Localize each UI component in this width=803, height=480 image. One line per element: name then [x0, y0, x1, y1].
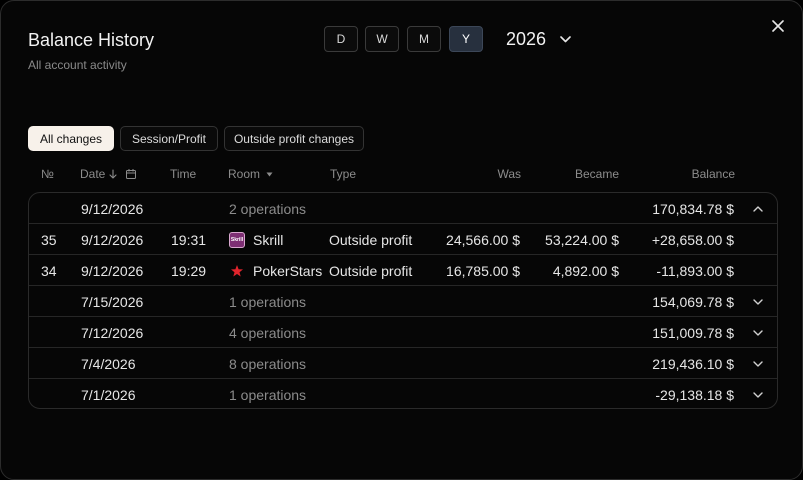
table-row-group[interactable]: 7/1/2026 1 operations -29,138.18 $: [29, 379, 777, 408]
column-header-balance: Balance: [691, 167, 735, 181]
column-header-date[interactable]: Date: [80, 167, 137, 181]
balance-history-modal: Balance History All account activity D W…: [0, 0, 803, 480]
row-was: 24,566.00 $: [446, 231, 520, 248]
collapse-row-button[interactable]: [749, 193, 767, 224]
row-was: 16,785.00 $: [446, 262, 520, 279]
period-week-button[interactable]: W: [365, 26, 399, 52]
row-date: 9/12/2026: [81, 200, 144, 217]
row-operations-count: 1 operations: [229, 386, 307, 403]
row-balance-change: -11,893.00 $: [656, 262, 734, 279]
row-operations-count: 2 operations: [229, 200, 307, 217]
pokerstars-icon: [229, 263, 245, 279]
chevron-down-icon: [560, 35, 571, 42]
chevron-up-icon: [753, 205, 763, 212]
column-header-number: №: [41, 167, 54, 181]
table-row-detail: 35 9/12/2026 19:31 Skrill Skrill Outside…: [29, 224, 777, 255]
chevron-down-icon: [753, 360, 763, 367]
row-balance: 154,069.78 $: [652, 293, 734, 310]
row-date: 9/12/2026: [81, 262, 144, 279]
year-select[interactable]: 2026: [501, 25, 583, 53]
chevron-down-icon: [753, 391, 763, 398]
period-year-button[interactable]: Y: [449, 26, 483, 52]
row-date: 7/15/2026: [81, 293, 144, 310]
row-type: Outside profit: [329, 262, 413, 279]
row-operations-count: 4 operations: [229, 324, 307, 341]
table-row-group[interactable]: 9/12/2026 2 operations 170,834.78 $: [29, 193, 777, 224]
column-header-time: Time: [170, 167, 197, 181]
row-balance: -29,138.18 $: [655, 386, 734, 403]
sort-descending-icon: [109, 169, 117, 179]
row-date: 7/4/2026: [81, 355, 136, 372]
page-subtitle: All account activity: [28, 58, 127, 72]
row-room: PokerStars: [229, 255, 322, 286]
calendar-icon[interactable]: [125, 168, 137, 180]
chevron-down-icon: [753, 329, 763, 336]
row-balance: 170,834.78 $: [652, 200, 734, 217]
row-room: Skrill Skrill: [229, 231, 284, 248]
expand-row-button[interactable]: [749, 317, 767, 348]
period-month-button[interactable]: M: [407, 26, 441, 52]
row-number: 35: [41, 231, 57, 248]
close-icon: [772, 20, 784, 32]
row-date: 7/1/2026: [81, 386, 136, 403]
skrill-icon: Skrill: [229, 231, 245, 248]
row-number: 34: [41, 262, 57, 279]
filter-session-profit-button[interactable]: Session/Profit: [120, 126, 218, 151]
column-header-type: Type: [330, 167, 357, 181]
row-operations-count: 8 operations: [229, 355, 307, 372]
row-time: 19:31: [171, 231, 207, 248]
row-time: 19:29: [171, 262, 207, 279]
column-header-room[interactable]: Room: [228, 167, 273, 181]
page-title: Balance History: [28, 30, 155, 50]
row-balance: 219,436.10 $: [652, 355, 734, 372]
row-date: 9/12/2026: [81, 231, 144, 248]
table-row-group[interactable]: 7/15/2026 1 operations 154,069.78 $: [29, 286, 777, 317]
table-row-group[interactable]: 7/12/2026 4 operations 151,009.78 $: [29, 317, 777, 348]
chevron-down-icon: [753, 298, 763, 305]
year-value: 2026: [506, 28, 547, 49]
row-became: 53,224.00 $: [545, 231, 619, 248]
caret-down-icon: [266, 172, 273, 176]
expand-row-button[interactable]: [749, 348, 767, 379]
period-day-button[interactable]: D: [324, 26, 358, 52]
row-became: 4,892.00 $: [552, 262, 619, 279]
filter-all-changes-button[interactable]: All changes: [28, 126, 114, 151]
row-operations-count: 1 operations: [229, 293, 307, 310]
row-balance-change: +28,658.00 $: [651, 231, 734, 248]
table-row-group[interactable]: 7/4/2026 8 operations 219,436.10 $: [29, 348, 777, 379]
expand-row-button[interactable]: [749, 286, 767, 317]
column-header-was: Was: [497, 167, 521, 181]
close-button[interactable]: [767, 15, 789, 37]
balance-history-table: 9/12/2026 2 operations 170,834.78 $ 35 9…: [28, 192, 778, 409]
row-balance: 151,009.78 $: [652, 324, 734, 341]
table-row-detail: 34 9/12/2026 19:29 PokerStars Outside pr…: [29, 255, 777, 286]
row-type: Outside profit: [329, 231, 413, 248]
filter-outside-profit-button[interactable]: Outside profit changes: [224, 126, 364, 151]
expand-row-button[interactable]: [749, 379, 767, 408]
column-header-became: Became: [574, 167, 619, 181]
row-date: 7/12/2026: [81, 324, 144, 341]
